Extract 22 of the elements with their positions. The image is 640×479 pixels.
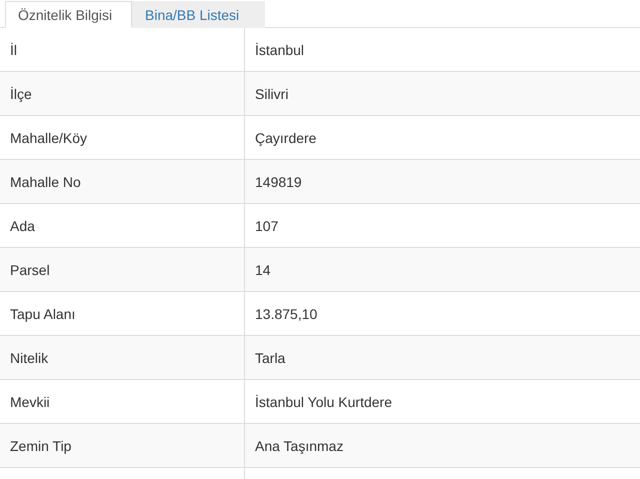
table-cell-text: 14 — [254, 260, 272, 280]
table-cell-text: Ana Taşınmaz — [254, 436, 344, 456]
table-cell: Tapu Alanı — [0, 292, 245, 335]
table-cell-text: İstanbul Yolu Kurtdere — [254, 392, 393, 412]
table-cell-text: 13.875,10 — [254, 304, 318, 324]
table-cell: Parsel — [0, 248, 245, 291]
table-cell: Mevkii — [0, 380, 245, 423]
table-cell-text: 107 — [254, 216, 280, 236]
table-cell: Nitelik — [0, 336, 245, 379]
table-cell: Mahalle No — [0, 160, 245, 203]
tab[interactable]: Bina/BB Listesi — [132, 1, 265, 28]
table-cell: İl — [0, 28, 245, 71]
table-cell: Zemin Tip — [0, 424, 245, 467]
tab[interactable]: Öznitelik Bilgisi — [5, 1, 132, 28]
table-cell-text: Çayırdere — [254, 128, 318, 148]
table-cell-text: Silivri — [254, 84, 290, 104]
table-cell: Ada — [0, 204, 245, 247]
table-cell: Mahalle/Köy — [0, 116, 245, 159]
table-cell-text: Tarla — [254, 348, 286, 368]
table-cell: İlçe — [0, 72, 245, 115]
table-cell-text: 149819 — [254, 172, 303, 192]
table-cell-text: İstanbul — [254, 40, 306, 60]
